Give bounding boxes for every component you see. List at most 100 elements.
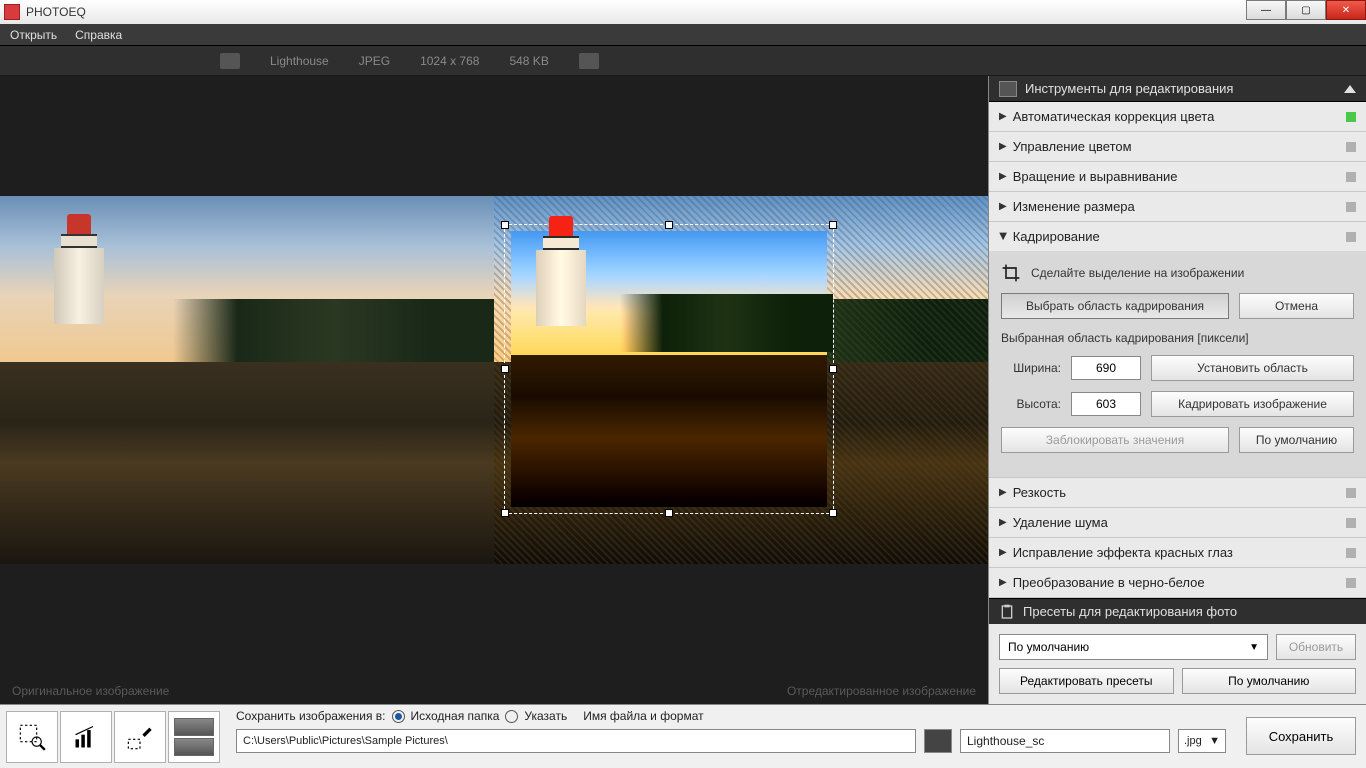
status-dot-active bbox=[1346, 112, 1356, 122]
do-crop-button[interactable]: Кадрировать изображение bbox=[1151, 391, 1354, 417]
caption-original: Оригинальное изображение bbox=[12, 684, 169, 698]
menu-open[interactable]: Открыть bbox=[10, 28, 57, 42]
presets-defaults-button[interactable]: По умолчанию bbox=[1182, 668, 1357, 694]
radio-specify-folder[interactable] bbox=[505, 710, 518, 723]
acc-bw[interactable]: ▶Преобразование в черно-белое bbox=[989, 568, 1366, 597]
refresh-presets-button[interactable]: Обновить bbox=[1276, 634, 1356, 660]
acc-bw-label: Преобразование в черно-белое bbox=[1013, 575, 1205, 590]
image-canvas: Оригинальное изображение Отредактированн… bbox=[0, 76, 988, 704]
edited-image[interactable] bbox=[494, 196, 988, 564]
filename-format-label: Имя файла и формат bbox=[583, 709, 703, 723]
acc-color-mgmt-label: Управление цветом bbox=[1013, 139, 1132, 154]
select-crop-area-button[interactable]: Выбрать область кадрирования bbox=[1001, 293, 1229, 319]
filename-input[interactable]: Lighthouse_sc bbox=[960, 729, 1170, 753]
original-image bbox=[0, 196, 494, 564]
camera-icon bbox=[579, 53, 599, 69]
crop-handle-tm[interactable] bbox=[665, 221, 673, 229]
browse-folder-button[interactable] bbox=[924, 729, 952, 753]
tool-color-picker[interactable] bbox=[114, 711, 166, 763]
radio-specify-label: Указать bbox=[524, 709, 567, 723]
crop-handle-br[interactable] bbox=[829, 509, 837, 517]
acc-sharpness-label: Резкость bbox=[1013, 485, 1066, 500]
chevron-down-icon: ▼ bbox=[1249, 642, 1259, 653]
crop-handle-ml[interactable] bbox=[501, 365, 509, 373]
status-dot bbox=[1346, 172, 1356, 182]
tool-zoom-crop[interactable] bbox=[6, 711, 58, 763]
app-logo-icon bbox=[4, 4, 20, 20]
crop-selection[interactable] bbox=[504, 224, 834, 514]
preset-select[interactable]: По умолчанию ▼ bbox=[999, 634, 1268, 660]
window-title: PHOTOEQ bbox=[26, 5, 86, 19]
caption-edited: Отредактированное изображение bbox=[787, 684, 976, 698]
presets-title: Пресеты для редактирования фото bbox=[1023, 604, 1237, 619]
image-icon bbox=[220, 53, 240, 69]
acc-redeye-label: Исправление эффекта красных глаз bbox=[1013, 545, 1233, 560]
acc-denoise-label: Удаление шума bbox=[1013, 515, 1108, 530]
maximize-button[interactable]: ▢ bbox=[1286, 0, 1326, 20]
editing-sidebar: Инструменты для редактирования ▶Автомати… bbox=[988, 76, 1366, 704]
tool-histogram[interactable] bbox=[60, 711, 112, 763]
chevron-down-icon: ▼ bbox=[1209, 735, 1220, 747]
extension-select[interactable]: .jpg▼ bbox=[1178, 729, 1226, 753]
presets-panel-header[interactable]: Пресеты для редактирования фото bbox=[989, 598, 1366, 624]
collapse-icon bbox=[1344, 85, 1356, 93]
acc-sharpness[interactable]: ▶Резкость bbox=[989, 478, 1366, 507]
sliders-icon bbox=[999, 81, 1017, 97]
acc-rotate-label: Вращение и выравнивание bbox=[1013, 169, 1178, 184]
acc-auto-color-label: Автоматическая коррекция цвета bbox=[1013, 109, 1215, 124]
crop-area-label: Выбранная область кадрирования [пиксели] bbox=[1001, 331, 1354, 345]
crop-handle-tr[interactable] bbox=[829, 221, 837, 229]
crop-width-input[interactable] bbox=[1071, 356, 1141, 380]
lock-values-button[interactable]: Заблокировать значения bbox=[1001, 427, 1229, 453]
acc-resize[interactable]: ▶Изменение размера bbox=[989, 192, 1366, 221]
acc-redeye[interactable]: ▶Исправление эффекта красных глаз bbox=[989, 538, 1366, 567]
acc-auto-color[interactable]: ▶Автоматическая коррекция цвета bbox=[989, 102, 1366, 131]
crop-panel-body: Сделайте выделение на изображении Выбрат… bbox=[989, 251, 1366, 477]
status-dot bbox=[1346, 232, 1356, 242]
crop-handle-tl[interactable] bbox=[501, 221, 509, 229]
status-dot bbox=[1346, 578, 1356, 588]
crop-width-label: Ширина: bbox=[1001, 361, 1061, 375]
minimize-button[interactable]: — bbox=[1246, 0, 1286, 20]
tools-panel-title: Инструменты для редактирования bbox=[1025, 81, 1233, 96]
save-path-input[interactable]: C:\Users\Public\Pictures\Sample Pictures… bbox=[236, 729, 916, 753]
acc-rotate[interactable]: ▶Вращение и выравнивание bbox=[989, 162, 1366, 191]
crop-icon bbox=[1001, 263, 1021, 283]
info-format: JPEG bbox=[359, 54, 390, 68]
radio-source-folder-label: Исходная папка bbox=[411, 709, 500, 723]
status-dot bbox=[1346, 548, 1356, 558]
clipboard-icon bbox=[999, 603, 1015, 621]
radio-source-folder[interactable] bbox=[392, 710, 405, 723]
save-button[interactable]: Сохранить bbox=[1246, 717, 1356, 755]
window-titlebar: PHOTOEQ — ▢ ✕ bbox=[0, 0, 1366, 24]
close-button[interactable]: ✕ bbox=[1326, 0, 1366, 20]
crop-height-input[interactable] bbox=[1071, 392, 1141, 416]
crop-defaults-button[interactable]: По умолчанию bbox=[1239, 427, 1354, 453]
info-dimensions: 1024 x 768 bbox=[420, 54, 479, 68]
info-filename: Lighthouse bbox=[270, 54, 329, 68]
acc-crop-label: Кадрирование bbox=[1013, 229, 1100, 244]
crop-height-label: Высота: bbox=[1001, 397, 1061, 411]
edit-presets-button[interactable]: Редактировать пресеты bbox=[999, 668, 1174, 694]
bottom-bar: Сохранить изображения в: Исходная папка … bbox=[0, 704, 1366, 768]
cancel-crop-button[interactable]: Отмена bbox=[1239, 293, 1354, 319]
status-dot bbox=[1346, 202, 1356, 212]
image-info-bar: Lighthouse JPEG 1024 x 768 548 KB bbox=[0, 46, 1366, 76]
crop-handle-mr[interactable] bbox=[829, 365, 837, 373]
status-dot bbox=[1346, 518, 1356, 528]
status-dot bbox=[1346, 488, 1356, 498]
crop-hint: Сделайте выделение на изображении bbox=[1031, 266, 1244, 280]
preset-selected: По умолчанию bbox=[1008, 640, 1089, 654]
acc-color-mgmt[interactable]: ▶Управление цветом bbox=[989, 132, 1366, 161]
status-dot bbox=[1346, 142, 1356, 152]
info-filesize: 548 KB bbox=[509, 54, 548, 68]
menu-help[interactable]: Справка bbox=[75, 28, 122, 42]
crop-handle-bm[interactable] bbox=[665, 509, 673, 517]
tools-panel-header[interactable]: Инструменты для редактирования bbox=[989, 76, 1366, 102]
acc-crop[interactable]: ▶Кадрирование bbox=[989, 222, 1366, 251]
set-area-button[interactable]: Установить область bbox=[1151, 355, 1354, 381]
tool-compare-view[interactable] bbox=[168, 711, 220, 763]
crop-handle-bl[interactable] bbox=[501, 509, 509, 517]
acc-denoise[interactable]: ▶Удаление шума bbox=[989, 508, 1366, 537]
menu-bar: Открыть Справка bbox=[0, 24, 1366, 46]
